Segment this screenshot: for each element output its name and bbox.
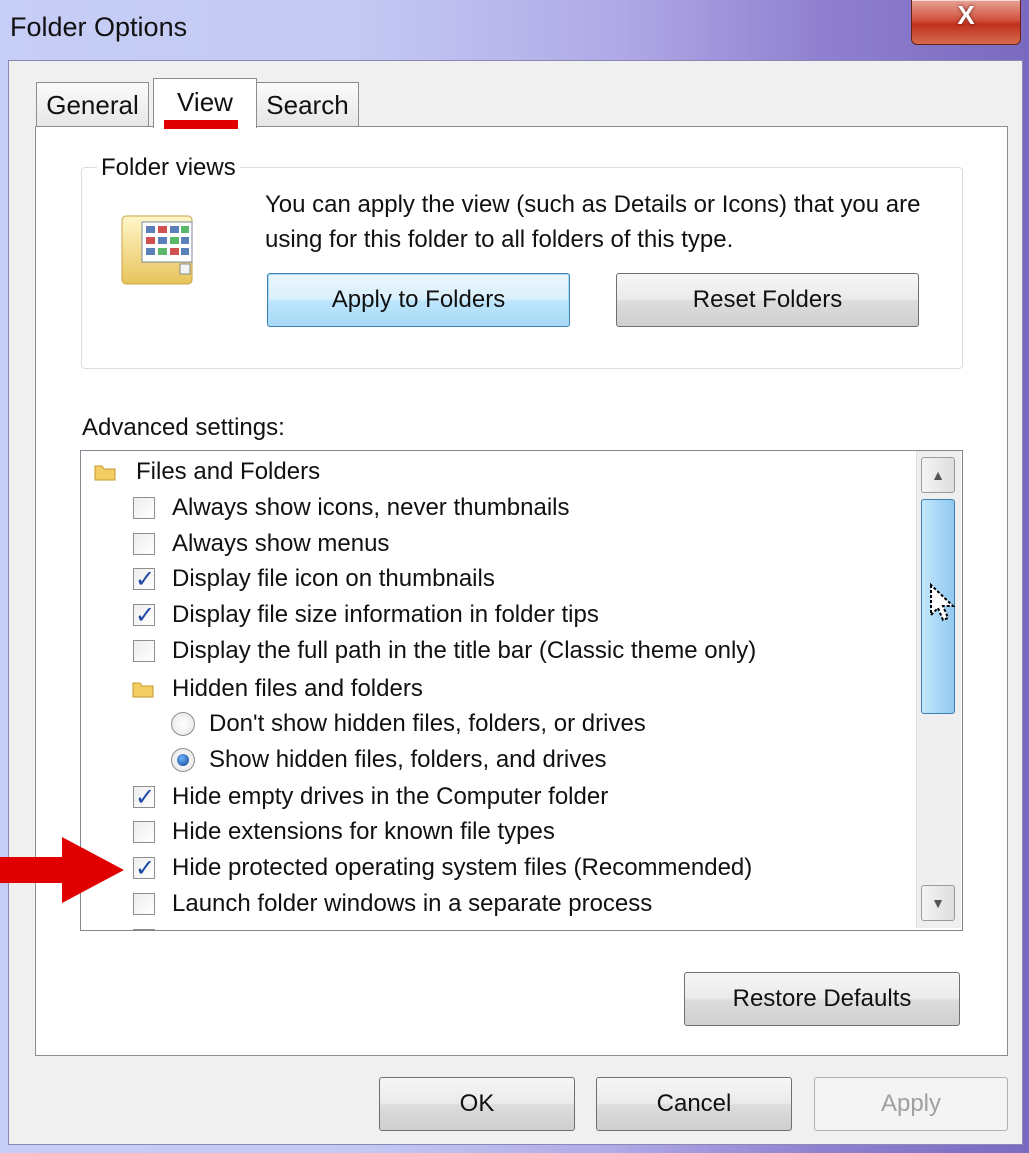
- checkbox-label: Display file size information in folder …: [172, 601, 599, 628]
- vertical-scrollbar[interactable]: ▲ ▼: [916, 451, 961, 928]
- checkbox-label: Always show icons, never thumbnails: [172, 494, 570, 521]
- advanced-settings-tree[interactable]: Files and Folders Always show icons, nev…: [80, 450, 963, 931]
- check-mark-icon: ✓: [135, 566, 156, 593]
- tree-item-label: Hidden files and folders: [172, 675, 423, 702]
- apply-button[interactable]: Apply: [814, 1077, 1008, 1131]
- checkbox-box[interactable]: [133, 533, 155, 555]
- checkbox-label: Display the full path in the title bar (…: [172, 637, 757, 664]
- tab-search[interactable]: Search: [256, 82, 359, 126]
- close-icon: X: [957, 0, 975, 30]
- checkbox-box[interactable]: [133, 929, 155, 930]
- checkbox-label: Always show menus: [172, 530, 390, 557]
- cancel-button[interactable]: Cancel: [596, 1077, 792, 1131]
- mouse-cursor-icon: [930, 583, 956, 622]
- ok-button[interactable]: OK: [379, 1077, 575, 1131]
- checkbox-box[interactable]: [133, 893, 155, 915]
- radio-button[interactable]: [171, 748, 195, 772]
- apply-to-folders-button[interactable]: Apply to Folders: [267, 273, 570, 327]
- checkbox-box[interactable]: [133, 497, 155, 519]
- reset-folders-button[interactable]: Reset Folders: [616, 273, 919, 327]
- close-button[interactable]: X: [911, 0, 1021, 45]
- tree-item-label: Files and Folders: [136, 458, 321, 485]
- folder-view-icon: [121, 215, 193, 285]
- window-title: Folder Options: [10, 12, 188, 42]
- advanced-settings-label: Advanced settings:: [82, 414, 285, 441]
- checkbox-box[interactable]: ✓: [133, 784, 155, 811]
- red-underline-annotation: [164, 120, 238, 129]
- scroll-up-icon[interactable]: ▲: [921, 457, 955, 493]
- tab-general[interactable]: General: [36, 82, 149, 126]
- checkbox-box[interactable]: [133, 821, 155, 843]
- checkbox-label: Display file icon on thumbnails: [172, 565, 495, 592]
- radio-label: Don't show hidden files, folders, or dri…: [209, 710, 646, 737]
- checkbox-box[interactable]: ✓: [133, 602, 155, 629]
- restore-defaults-button[interactable]: Restore Defaults: [684, 972, 960, 1026]
- red-arrow-annotation: [0, 837, 124, 903]
- checkbox-box[interactable]: ✓: [133, 855, 155, 882]
- scroll-down-icon[interactable]: ▼: [921, 885, 955, 921]
- check-mark-icon: ✓: [135, 855, 156, 882]
- checkbox-label: Launch folder windows in a separate proc…: [172, 890, 653, 917]
- folder-icon: [94, 465, 116, 481]
- radio-label: Show hidden files, folders, and drives: [209, 746, 607, 773]
- folder-views-description: You can apply the view (such as Details …: [265, 191, 921, 253]
- checkbox-label: Hide empty drives in the Computer folder: [172, 783, 609, 810]
- radio-button[interactable]: [171, 712, 195, 736]
- folder-icon: [132, 682, 154, 698]
- checkbox-label: Hide extensions for known file types: [172, 818, 555, 845]
- radio-selected-dot: [177, 754, 189, 766]
- check-mark-icon: ✓: [135, 602, 156, 629]
- checkbox-box[interactable]: [133, 640, 155, 662]
- folder-views-legend: Folder views: [97, 154, 240, 182]
- checkbox-box[interactable]: ✓: [133, 566, 155, 593]
- check-mark-icon: ✓: [135, 784, 156, 811]
- checkbox-label: Hide protected operating system files (R…: [172, 854, 753, 881]
